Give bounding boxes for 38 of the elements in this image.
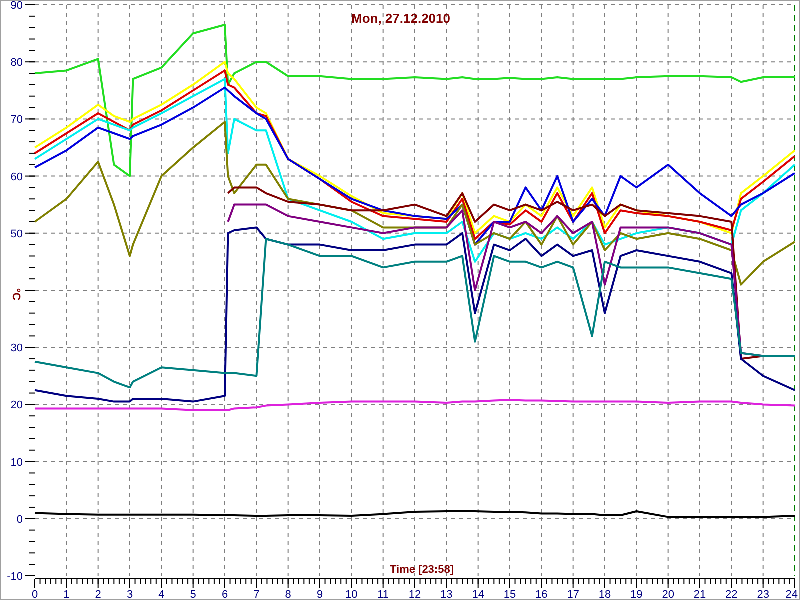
tick-label: 50	[10, 228, 23, 240]
tick-label: 4	[158, 589, 165, 599]
chart-title: Mon, 27.12.2010	[352, 11, 450, 26]
tick-label: 0	[16, 514, 23, 526]
tick-label: 15	[504, 589, 516, 599]
tick-label: 5	[190, 589, 196, 599]
axis-label: Time [23:58]	[390, 564, 454, 576]
tick-label: 16	[536, 589, 548, 599]
tick-label: 70	[10, 114, 23, 126]
tick-label: 90	[10, 1, 23, 12]
tick-label: 30	[10, 342, 23, 355]
tick-label: 9	[316, 589, 324, 599]
tick-label: 6	[222, 589, 228, 599]
tick-label: 18	[598, 589, 612, 599]
tick-label: 3	[126, 589, 134, 599]
tick-label: 0	[32, 589, 38, 599]
tick-label: 19	[630, 589, 643, 599]
tick-label: 17	[567, 589, 580, 599]
tick-label: 80	[10, 57, 23, 70]
tick-label: 20	[10, 400, 23, 412]
tick-label: 7	[254, 589, 260, 599]
tick-label: 60	[10, 171, 23, 184]
tick-label: 13	[440, 589, 453, 599]
tick-label: 10	[346, 589, 358, 599]
tick-label: 2	[95, 589, 102, 599]
axis-label: °C	[10, 288, 22, 301]
tick-label: 24	[786, 589, 798, 599]
tick-label: 11	[378, 589, 390, 599]
tick-label: 1	[64, 589, 70, 599]
tick-label: 22	[726, 589, 738, 599]
tick-label: 23	[757, 589, 770, 599]
tick-label: 12	[408, 589, 422, 599]
tick-label: 10	[10, 456, 23, 469]
tick-label: -10	[7, 571, 23, 583]
tick-label: 14	[472, 589, 484, 599]
tick-label: 8	[285, 589, 292, 599]
tick-label: 21	[694, 589, 706, 599]
tick-label: 20	[662, 589, 674, 599]
